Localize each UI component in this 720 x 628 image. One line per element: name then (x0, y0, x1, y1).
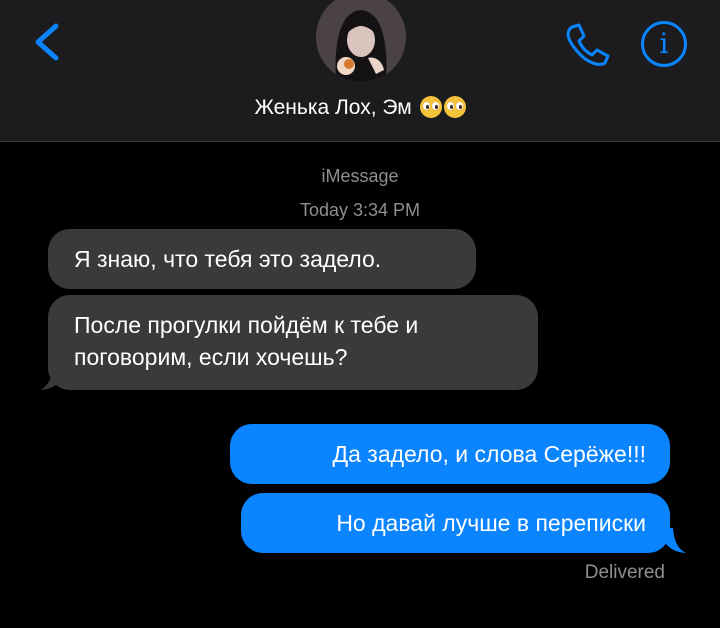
contact-name-text: Женька Лох, Эм (254, 96, 412, 119)
message-timestamp: Today 3:34 PM (299, 200, 421, 220)
pleading-face-emoji (443, 96, 466, 118)
outgoing-message-bubble[interactable]: Да задело, и слова Серёже!!! (230, 424, 670, 484)
incoming-message-bubble[interactable]: Я знаю, что тебя это задело. (48, 229, 476, 289)
outgoing-bubble-tail (660, 528, 686, 553)
pleading-face-emoji (419, 96, 442, 118)
incoming-message-bubble[interactable]: После прогулки пойдём к тебе и поговорим… (48, 295, 538, 390)
phone-icon[interactable] (562, 22, 610, 68)
incoming-bubble-tail (40, 366, 66, 390)
service-label: iMessage (321, 166, 399, 186)
conversation-header: Женька Лох, Эм i (0, 0, 720, 142)
back-chevron-icon[interactable] (28, 20, 68, 64)
outgoing-message-bubble[interactable]: Но давай лучше в переписки (241, 493, 670, 553)
contact-avatar[interactable] (316, 0, 406, 82)
info-icon[interactable]: i (641, 21, 687, 67)
contact-name[interactable]: Женька Лох, Эм (0, 96, 720, 120)
delivery-status: Delivered (584, 562, 665, 583)
